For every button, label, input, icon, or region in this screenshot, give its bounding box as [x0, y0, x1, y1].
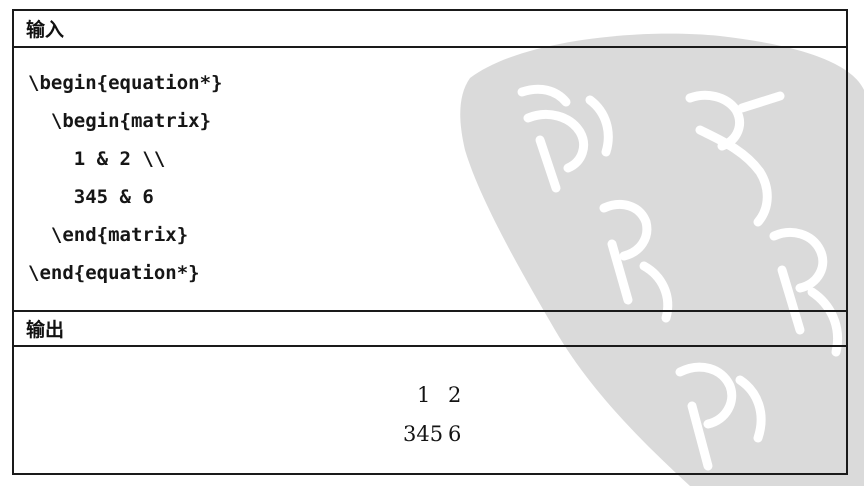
page: 输入 \begin{equation*} \begin{matrix} 1 & … — [0, 0, 864, 486]
code-line-4: 345 & 6 — [28, 186, 154, 208]
code-line-5: \end{matrix} — [28, 224, 189, 246]
code-line-1: \begin{equation*} — [28, 72, 223, 94]
code-line-3: 1 & 2 \\ — [28, 148, 166, 170]
matrix-row-1-col-2: 2 — [448, 383, 462, 407]
example-frame: 输入 \begin{equation*} \begin{matrix} 1 & … — [12, 9, 848, 475]
matrix-row-1-col-1: 1 — [417, 383, 431, 407]
matrix-row-2-col-2: 6 — [448, 422, 462, 446]
code-line-2: \begin{matrix} — [28, 110, 212, 132]
input-heading: 输入 — [14, 11, 846, 48]
code-line-6: \end{equation*} — [28, 262, 200, 284]
matrix-row-2-col-1: 345 — [403, 422, 444, 446]
output-heading: 输出 — [14, 310, 846, 347]
